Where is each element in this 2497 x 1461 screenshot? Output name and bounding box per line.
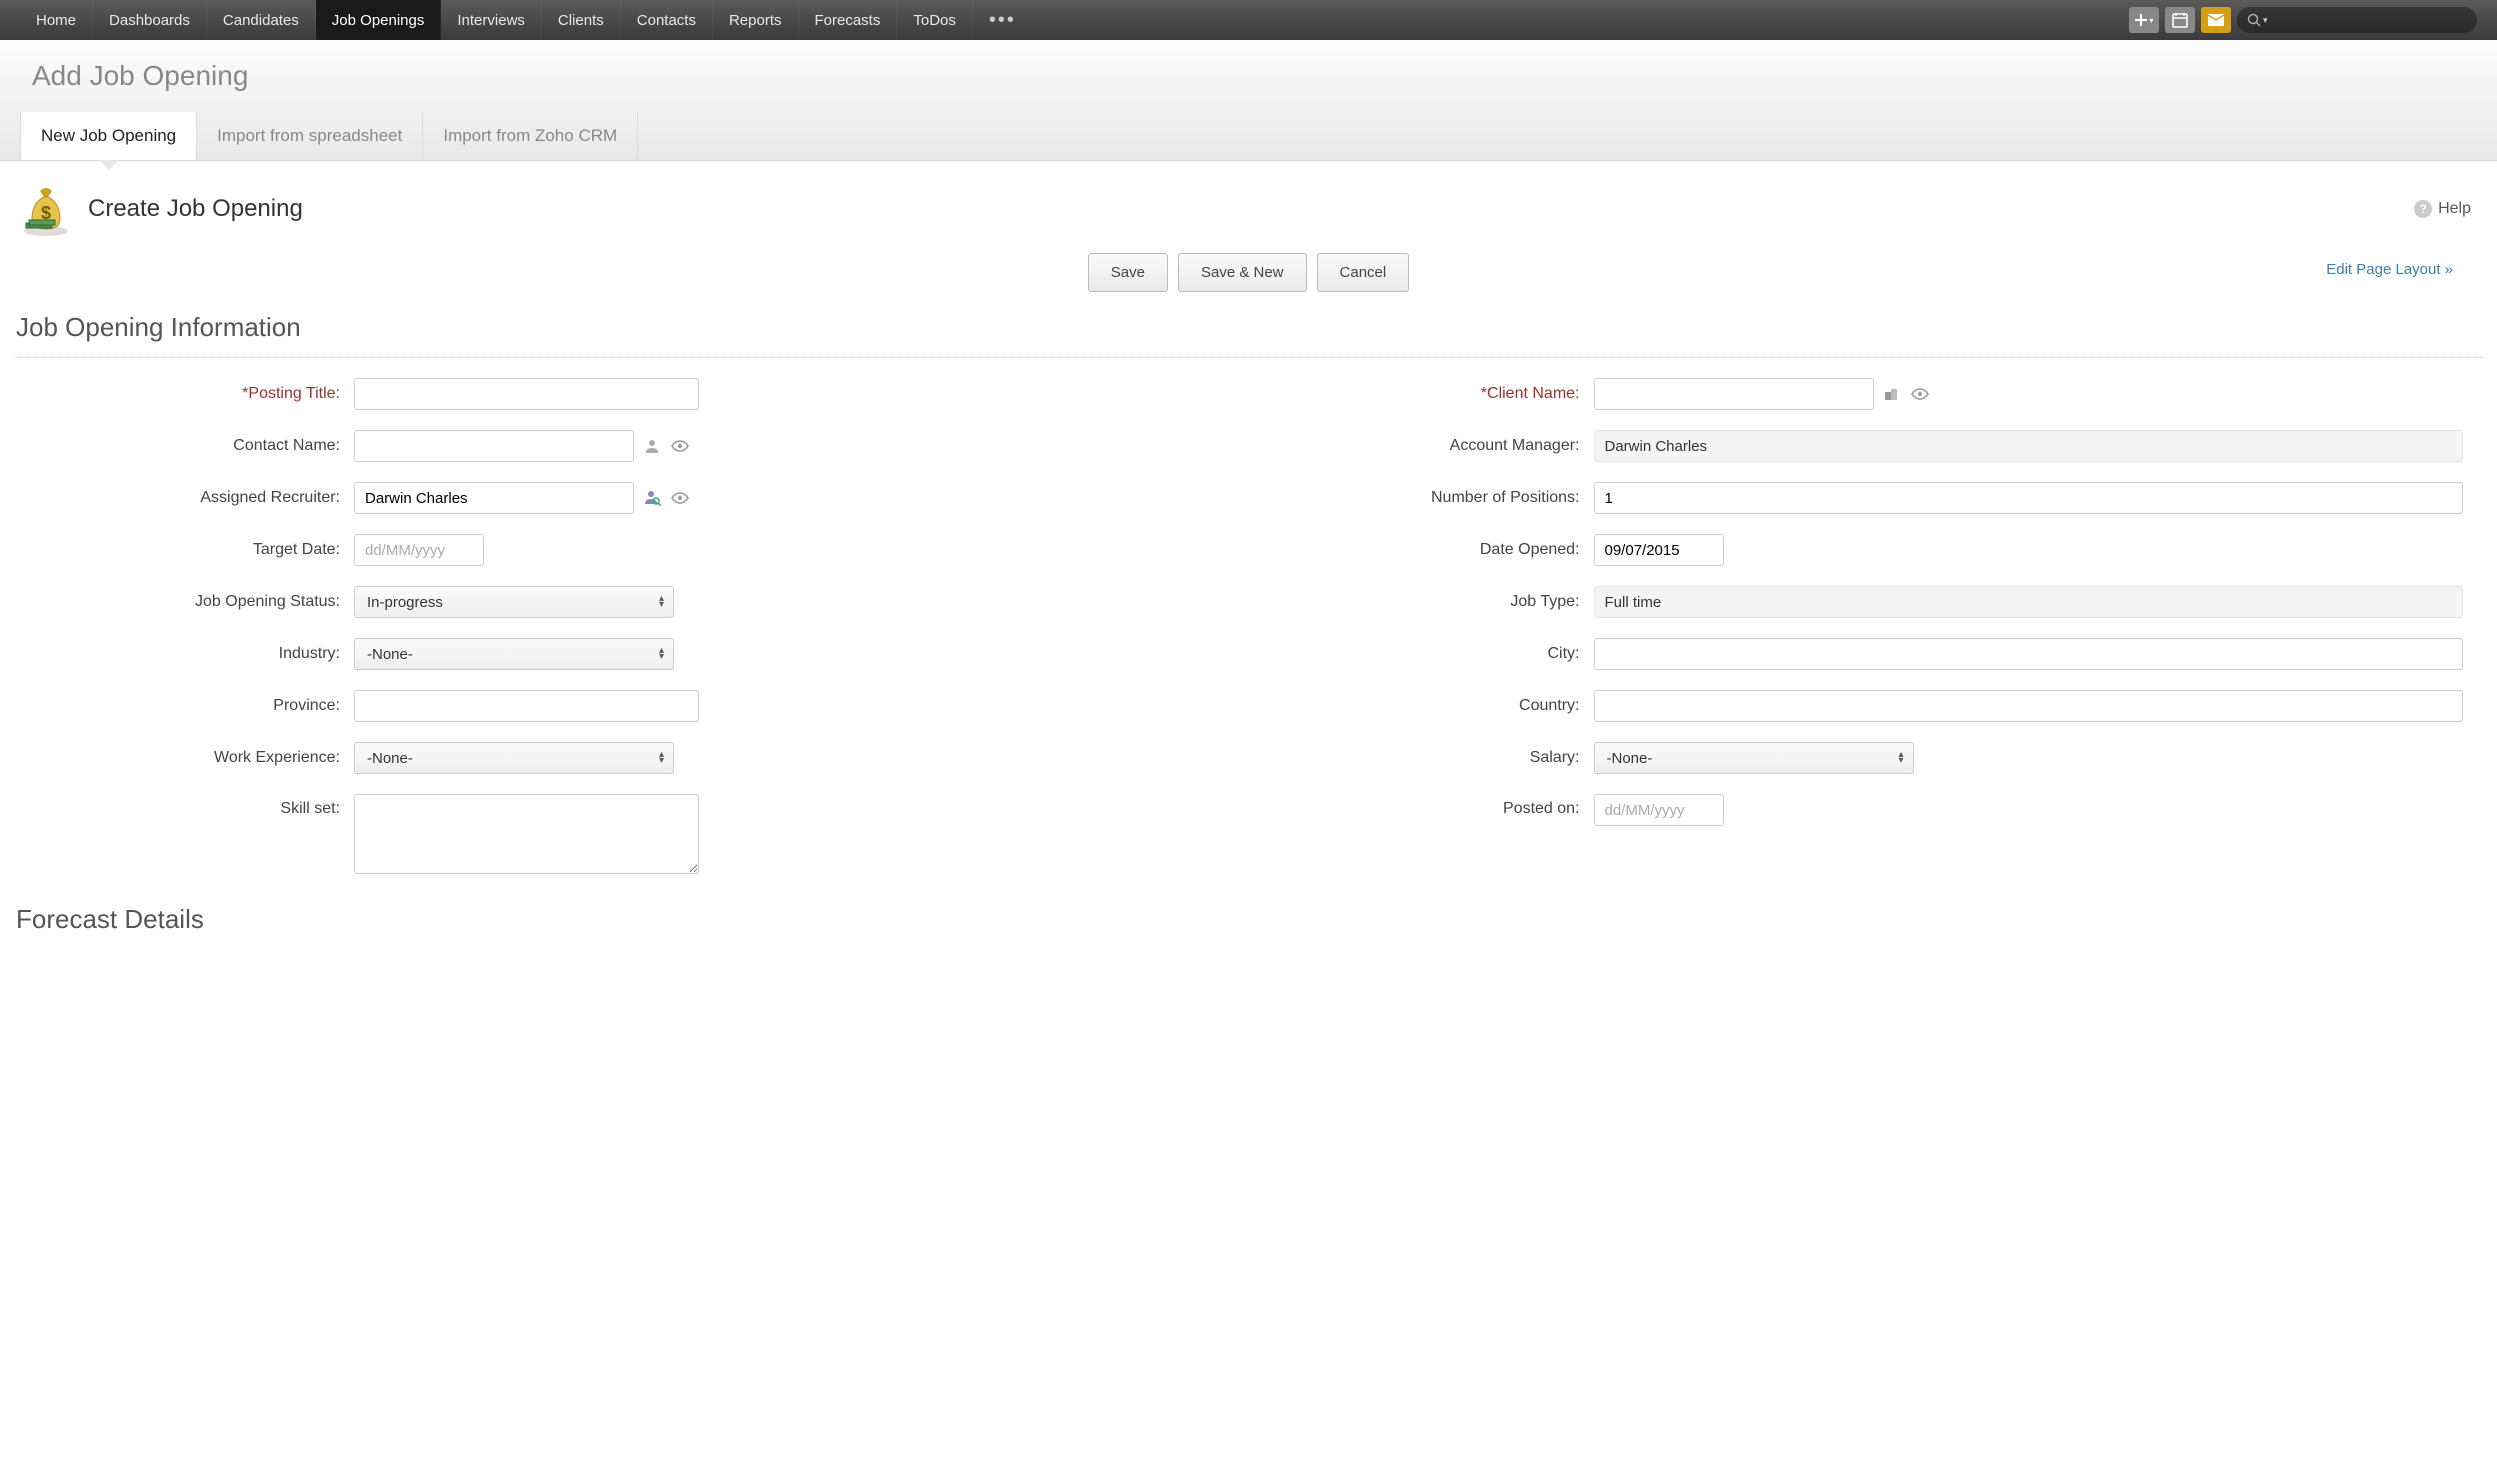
subtab-new-job-opening[interactable]: New Job Opening <box>20 112 197 160</box>
input-date-opened[interactable] <box>1594 534 1724 566</box>
nav-job-openings[interactable]: Job Openings <box>316 0 442 40</box>
input-contact-name[interactable] <box>354 430 634 462</box>
nav-forecasts[interactable]: Forecasts <box>799 0 898 40</box>
recruiter-clear-icon[interactable] <box>670 489 690 507</box>
label-date-opened: Date Opened: <box>1254 541 1594 559</box>
input-province[interactable] <box>354 690 699 722</box>
label-assigned-recruiter: Assigned Recruiter: <box>14 489 354 507</box>
input-client-name[interactable] <box>1594 378 1874 410</box>
nav-clients[interactable]: Clients <box>542 0 621 40</box>
actions-row: Save Save & New Cancel Edit Page Layout … <box>14 253 2483 302</box>
input-skill-set[interactable] <box>354 794 699 874</box>
label-province: Province: <box>14 697 354 715</box>
subtab-import-zoho-crm[interactable]: Import from Zoho CRM <box>423 112 638 160</box>
input-city[interactable] <box>1594 638 2464 670</box>
main-content: $ Create Job Opening ? Help Save Save & … <box>0 161 2497 955</box>
client-lookup-icon[interactable] <box>1882 385 1902 403</box>
input-posting-title[interactable] <box>354 378 699 410</box>
input-number-positions[interactable] <box>1594 482 2464 514</box>
subtab-import-spreadsheet[interactable]: Import from spreadsheet <box>197 112 423 160</box>
label-client-name: Client Name: <box>1254 385 1594 403</box>
help-icon: ? <box>2414 200 2432 218</box>
label-account-manager: Account Manager: <box>1254 437 1594 455</box>
nav-todos[interactable]: ToDos <box>897 0 973 40</box>
label-posted-on: Posted on: <box>1254 794 1594 818</box>
help-link[interactable]: ? Help <box>2414 200 2471 218</box>
label-job-type: Job Type: <box>1254 593 1594 611</box>
label-number-positions: Number of Positions: <box>1254 489 1594 507</box>
select-work-experience[interactable]: -None- <box>354 742 674 774</box>
save-button[interactable]: Save <box>1088 253 1168 292</box>
label-posting-title: Posting Title: <box>14 385 354 403</box>
top-navigation: Home Dashboards Candidates Job Openings … <box>0 0 2497 40</box>
display-account-manager: Darwin Charles <box>1594 430 2464 462</box>
section-job-info-title: Job Opening Information <box>14 302 2483 358</box>
sub-tabs: New Job Opening Import from spreadsheet … <box>0 112 2497 160</box>
topbar-right: ▾ ▾ <box>2129 0 2477 40</box>
nav-interviews[interactable]: Interviews <box>441 0 542 40</box>
select-industry[interactable]: -None- <box>354 638 674 670</box>
nav-home[interactable]: Home <box>20 0 93 40</box>
label-skill-set: Skill set: <box>14 794 354 818</box>
label-city: City: <box>1254 645 1594 663</box>
save-new-button[interactable]: Save & New <box>1178 253 1307 292</box>
cancel-button[interactable]: Cancel <box>1317 253 1410 292</box>
label-job-status: Job Opening Status: <box>14 593 354 611</box>
client-clear-icon[interactable] <box>1910 385 1930 403</box>
calendar-icon[interactable] <box>2165 7 2195 33</box>
label-salary: Salary: <box>1254 749 1594 767</box>
page-heading: Create Job Opening <box>88 195 303 223</box>
select-job-status[interactable]: In-progress <box>354 586 674 618</box>
mail-icon[interactable] <box>2201 7 2231 33</box>
input-assigned-recruiter[interactable] <box>354 482 634 514</box>
input-target-date[interactable] <box>354 534 484 566</box>
edit-layout-link[interactable]: Edit Page Layout » <box>2326 261 2453 278</box>
label-target-date: Target Date: <box>14 541 354 559</box>
nav-candidates[interactable]: Candidates <box>207 0 316 40</box>
nav-dashboards[interactable]: Dashboards <box>93 0 207 40</box>
recruiter-lookup-icon[interactable] <box>642 489 662 507</box>
help-label: Help <box>2438 200 2471 218</box>
nav-contacts[interactable]: Contacts <box>621 0 713 40</box>
page-subtitle: Add Job Opening <box>32 60 2465 92</box>
input-country[interactable] <box>1594 690 2464 722</box>
nav-reports[interactable]: Reports <box>713 0 799 40</box>
search-caret-icon: ▾ <box>2263 15 2268 26</box>
money-bag-icon: $ <box>18 181 74 237</box>
global-search[interactable]: ▾ <box>2237 7 2477 33</box>
label-country: Country: <box>1254 697 1594 715</box>
display-job-type: Full time <box>1594 586 2464 618</box>
form-job-info: Posting Title: Client Name: Contact Name… <box>14 378 2483 894</box>
add-icon[interactable]: ▾ <box>2129 7 2159 33</box>
section-forecast-title: Forecast Details <box>14 894 2483 935</box>
nav-more-icon[interactable]: ••• <box>973 0 1032 40</box>
select-salary[interactable]: -None- <box>1594 742 1914 774</box>
nav-tabs: Home Dashboards Candidates Job Openings … <box>20 0 1032 40</box>
contact-lookup-icon[interactable] <box>642 437 662 455</box>
input-posted-on[interactable] <box>1594 794 1724 826</box>
label-industry: Industry: <box>14 645 354 663</box>
contact-clear-icon[interactable] <box>670 437 690 455</box>
label-contact-name: Contact Name: <box>14 437 354 455</box>
label-work-experience: Work Experience: <box>14 749 354 767</box>
sub-header: Add Job Opening New Job Opening Import f… <box>0 40 2497 161</box>
